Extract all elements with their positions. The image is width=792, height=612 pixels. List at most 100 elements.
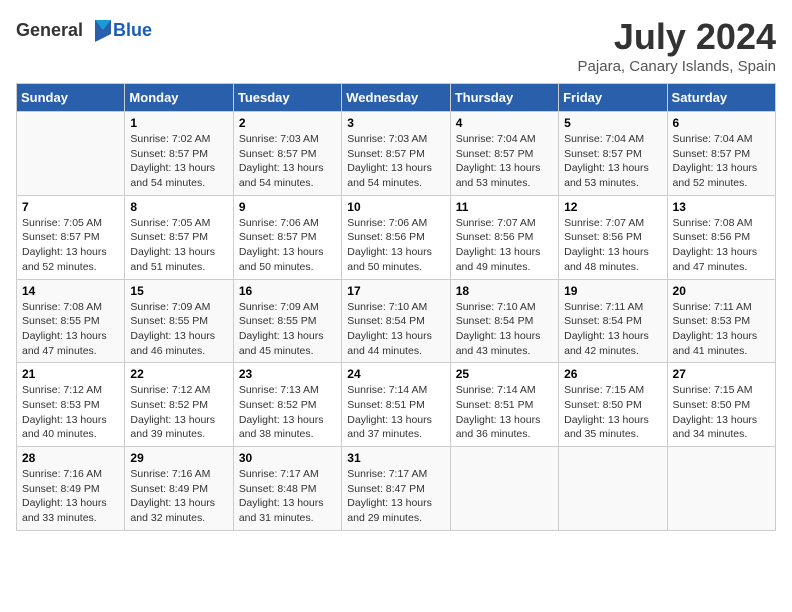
day-number: 15 bbox=[130, 284, 227, 298]
logo-icon bbox=[85, 16, 113, 44]
day-number: 8 bbox=[130, 200, 227, 214]
subtitle: Pajara, Canary Islands, Spain bbox=[578, 58, 776, 75]
title-area: July 2024 Pajara, Canary Islands, Spain bbox=[578, 16, 776, 75]
day-number: 16 bbox=[239, 284, 336, 298]
day-info: Sunrise: 7:10 AMSunset: 8:54 PMDaylight:… bbox=[456, 300, 553, 359]
calendar-cell: 7 Sunrise: 7:05 AMSunset: 8:57 PMDaylight… bbox=[17, 195, 125, 279]
day-number: 26 bbox=[564, 367, 661, 381]
calendar-cell: 12 Sunrise: 7:07 AMSunset: 8:56 PMDayligh… bbox=[559, 195, 667, 279]
calendar-cell: 24 Sunrise: 7:14 AMSunset: 8:51 PMDayligh… bbox=[342, 363, 450, 447]
day-number: 30 bbox=[239, 451, 336, 465]
calendar-cell: 10 Sunrise: 7:06 AMSunset: 8:56 PMDayligh… bbox=[342, 195, 450, 279]
day-info: Sunrise: 7:06 AMSunset: 8:56 PMDaylight:… bbox=[347, 216, 444, 275]
calendar-cell: 28 Sunrise: 7:16 AMSunset: 8:49 PMDayligh… bbox=[17, 447, 125, 531]
calendar-cell: 4 Sunrise: 7:04 AMSunset: 8:57 PMDaylight… bbox=[450, 112, 558, 196]
calendar-cell: 15 Sunrise: 7:09 AMSunset: 8:55 PMDayligh… bbox=[125, 279, 233, 363]
column-header-friday: Friday bbox=[559, 84, 667, 112]
day-info: Sunrise: 7:15 AMSunset: 8:50 PMDaylight:… bbox=[673, 383, 770, 442]
column-header-monday: Monday bbox=[125, 84, 233, 112]
day-info: Sunrise: 7:16 AMSunset: 8:49 PMDaylight:… bbox=[22, 467, 119, 526]
day-number: 28 bbox=[22, 451, 119, 465]
day-number: 14 bbox=[22, 284, 119, 298]
day-number: 18 bbox=[456, 284, 553, 298]
day-info: Sunrise: 7:12 AMSunset: 8:53 PMDaylight:… bbox=[22, 383, 119, 442]
calendar-cell: 30 Sunrise: 7:17 AMSunset: 8:48 PMDayligh… bbox=[233, 447, 341, 531]
day-info: Sunrise: 7:13 AMSunset: 8:52 PMDaylight:… bbox=[239, 383, 336, 442]
calendar-cell: 23 Sunrise: 7:13 AMSunset: 8:52 PMDayligh… bbox=[233, 363, 341, 447]
day-number: 7 bbox=[22, 200, 119, 214]
day-number: 21 bbox=[22, 367, 119, 381]
day-info: Sunrise: 7:08 AMSunset: 8:55 PMDaylight:… bbox=[22, 300, 119, 359]
day-info: Sunrise: 7:09 AMSunset: 8:55 PMDaylight:… bbox=[239, 300, 336, 359]
day-info: Sunrise: 7:16 AMSunset: 8:49 PMDaylight:… bbox=[130, 467, 227, 526]
day-number: 10 bbox=[347, 200, 444, 214]
day-info: Sunrise: 7:04 AMSunset: 8:57 PMDaylight:… bbox=[456, 132, 553, 191]
day-info: Sunrise: 7:04 AMSunset: 8:57 PMDaylight:… bbox=[673, 132, 770, 191]
day-info: Sunrise: 7:08 AMSunset: 8:56 PMDaylight:… bbox=[673, 216, 770, 275]
day-info: Sunrise: 7:07 AMSunset: 8:56 PMDaylight:… bbox=[564, 216, 661, 275]
calendar-cell: 29Sunrise: 7:16 AMSunset: 8:49 PMDayligh… bbox=[125, 447, 233, 531]
day-info: Sunrise: 7:07 AMSunset: 8:56 PMDaylight:… bbox=[456, 216, 553, 275]
day-info: Sunrise: 7:14 AMSunset: 8:51 PMDaylight:… bbox=[456, 383, 553, 442]
day-info: Sunrise: 7:03 AMSunset: 8:57 PMDaylight:… bbox=[347, 132, 444, 191]
day-number: 4 bbox=[456, 116, 553, 130]
column-header-thursday: Thursday bbox=[450, 84, 558, 112]
day-info: Sunrise: 7:06 AMSunset: 8:57 PMDaylight:… bbox=[239, 216, 336, 275]
calendar-cell: 21 Sunrise: 7:12 AMSunset: 8:53 PMDayligh… bbox=[17, 363, 125, 447]
day-number: 23 bbox=[239, 367, 336, 381]
calendar-cell: 5 Sunrise: 7:04 AMSunset: 8:57 PMDaylight… bbox=[559, 112, 667, 196]
day-info: Sunrise: 7:14 AMSunset: 8:51 PMDaylight:… bbox=[347, 383, 444, 442]
day-number: 22 bbox=[130, 367, 227, 381]
calendar-cell: 17Sunrise: 7:10 AMSunset: 8:54 PMDayligh… bbox=[342, 279, 450, 363]
calendar-cell bbox=[450, 447, 558, 531]
calendar-cell: 3 Sunrise: 7:03 AMSunset: 8:57 PMDaylight… bbox=[342, 112, 450, 196]
calendar-cell: 8 Sunrise: 7:05 AMSunset: 8:57 PMDaylight… bbox=[125, 195, 233, 279]
day-number: 3 bbox=[347, 116, 444, 130]
day-number: 31 bbox=[347, 451, 444, 465]
calendar-cell bbox=[17, 112, 125, 196]
calendar-cell: 25 Sunrise: 7:14 AMSunset: 8:51 PMDayligh… bbox=[450, 363, 558, 447]
day-info: Sunrise: 7:09 AMSunset: 8:55 PMDaylight:… bbox=[130, 300, 227, 359]
day-info: Sunrise: 7:17 AMSunset: 8:47 PMDaylight:… bbox=[347, 467, 444, 526]
calendar-cell bbox=[667, 447, 775, 531]
calendar-table: SundayMondayTuesdayWednesdayThursdayFrid… bbox=[16, 83, 776, 531]
calendar-cell: 31 Sunrise: 7:17 AMSunset: 8:47 PMDayligh… bbox=[342, 447, 450, 531]
day-number: 20 bbox=[673, 284, 770, 298]
day-info: Sunrise: 7:12 AMSunset: 8:52 PMDaylight:… bbox=[130, 383, 227, 442]
day-info: Sunrise: 7:11 AMSunset: 8:54 PMDaylight:… bbox=[564, 300, 661, 359]
day-number: 12 bbox=[564, 200, 661, 214]
column-header-sunday: Sunday bbox=[17, 84, 125, 112]
day-info: Sunrise: 7:04 AMSunset: 8:57 PMDaylight:… bbox=[564, 132, 661, 191]
day-info: Sunrise: 7:02 AMSunset: 8:57 PMDaylight:… bbox=[130, 132, 227, 191]
column-header-tuesday: Tuesday bbox=[233, 84, 341, 112]
calendar-cell: 6 Sunrise: 7:04 AMSunset: 8:57 PMDaylight… bbox=[667, 112, 775, 196]
day-number: 19 bbox=[564, 284, 661, 298]
day-info: Sunrise: 7:15 AMSunset: 8:50 PMDaylight:… bbox=[564, 383, 661, 442]
day-info: Sunrise: 7:05 AMSunset: 8:57 PMDaylight:… bbox=[22, 216, 119, 275]
day-info: Sunrise: 7:17 AMSunset: 8:48 PMDaylight:… bbox=[239, 467, 336, 526]
calendar-cell: 19 Sunrise: 7:11 AMSunset: 8:54 PMDayligh… bbox=[559, 279, 667, 363]
column-header-wednesday: Wednesday bbox=[342, 84, 450, 112]
day-number: 25 bbox=[456, 367, 553, 381]
calendar-cell: 27 Sunrise: 7:15 AMSunset: 8:50 PMDayligh… bbox=[667, 363, 775, 447]
day-number: 2 bbox=[239, 116, 336, 130]
logo: General Blue bbox=[16, 16, 152, 44]
calendar-cell: 22 Sunrise: 7:12 AMSunset: 8:52 PMDayligh… bbox=[125, 363, 233, 447]
day-number: 6 bbox=[673, 116, 770, 130]
calendar-cell: 9 Sunrise: 7:06 AMSunset: 8:57 PMDaylight… bbox=[233, 195, 341, 279]
header: General Blue July 2024 Pajara, Canary Is… bbox=[16, 16, 776, 75]
calendar-cell: 14 Sunrise: 7:08 AMSunset: 8:55 PMDayligh… bbox=[17, 279, 125, 363]
calendar-cell: 13Sunrise: 7:08 AMSunset: 8:56 PMDayligh… bbox=[667, 195, 775, 279]
day-number: 9 bbox=[239, 200, 336, 214]
calendar-cell: 2 Sunrise: 7:03 AMSunset: 8:57 PMDaylight… bbox=[233, 112, 341, 196]
day-number: 24 bbox=[347, 367, 444, 381]
day-info: Sunrise: 7:03 AMSunset: 8:57 PMDaylight:… bbox=[239, 132, 336, 191]
calendar-cell: 16 Sunrise: 7:09 AMSunset: 8:55 PMDayligh… bbox=[233, 279, 341, 363]
calendar-cell: 1 Sunrise: 7:02 AMSunset: 8:57 PMDaylight… bbox=[125, 112, 233, 196]
day-info: Sunrise: 7:05 AMSunset: 8:57 PMDaylight:… bbox=[130, 216, 227, 275]
day-number: 27 bbox=[673, 367, 770, 381]
day-number: 5 bbox=[564, 116, 661, 130]
day-number: 1 bbox=[130, 116, 227, 130]
calendar-cell: 20 Sunrise: 7:11 AMSunset: 8:53 PMDayligh… bbox=[667, 279, 775, 363]
day-info: Sunrise: 7:11 AMSunset: 8:53 PMDaylight:… bbox=[673, 300, 770, 359]
